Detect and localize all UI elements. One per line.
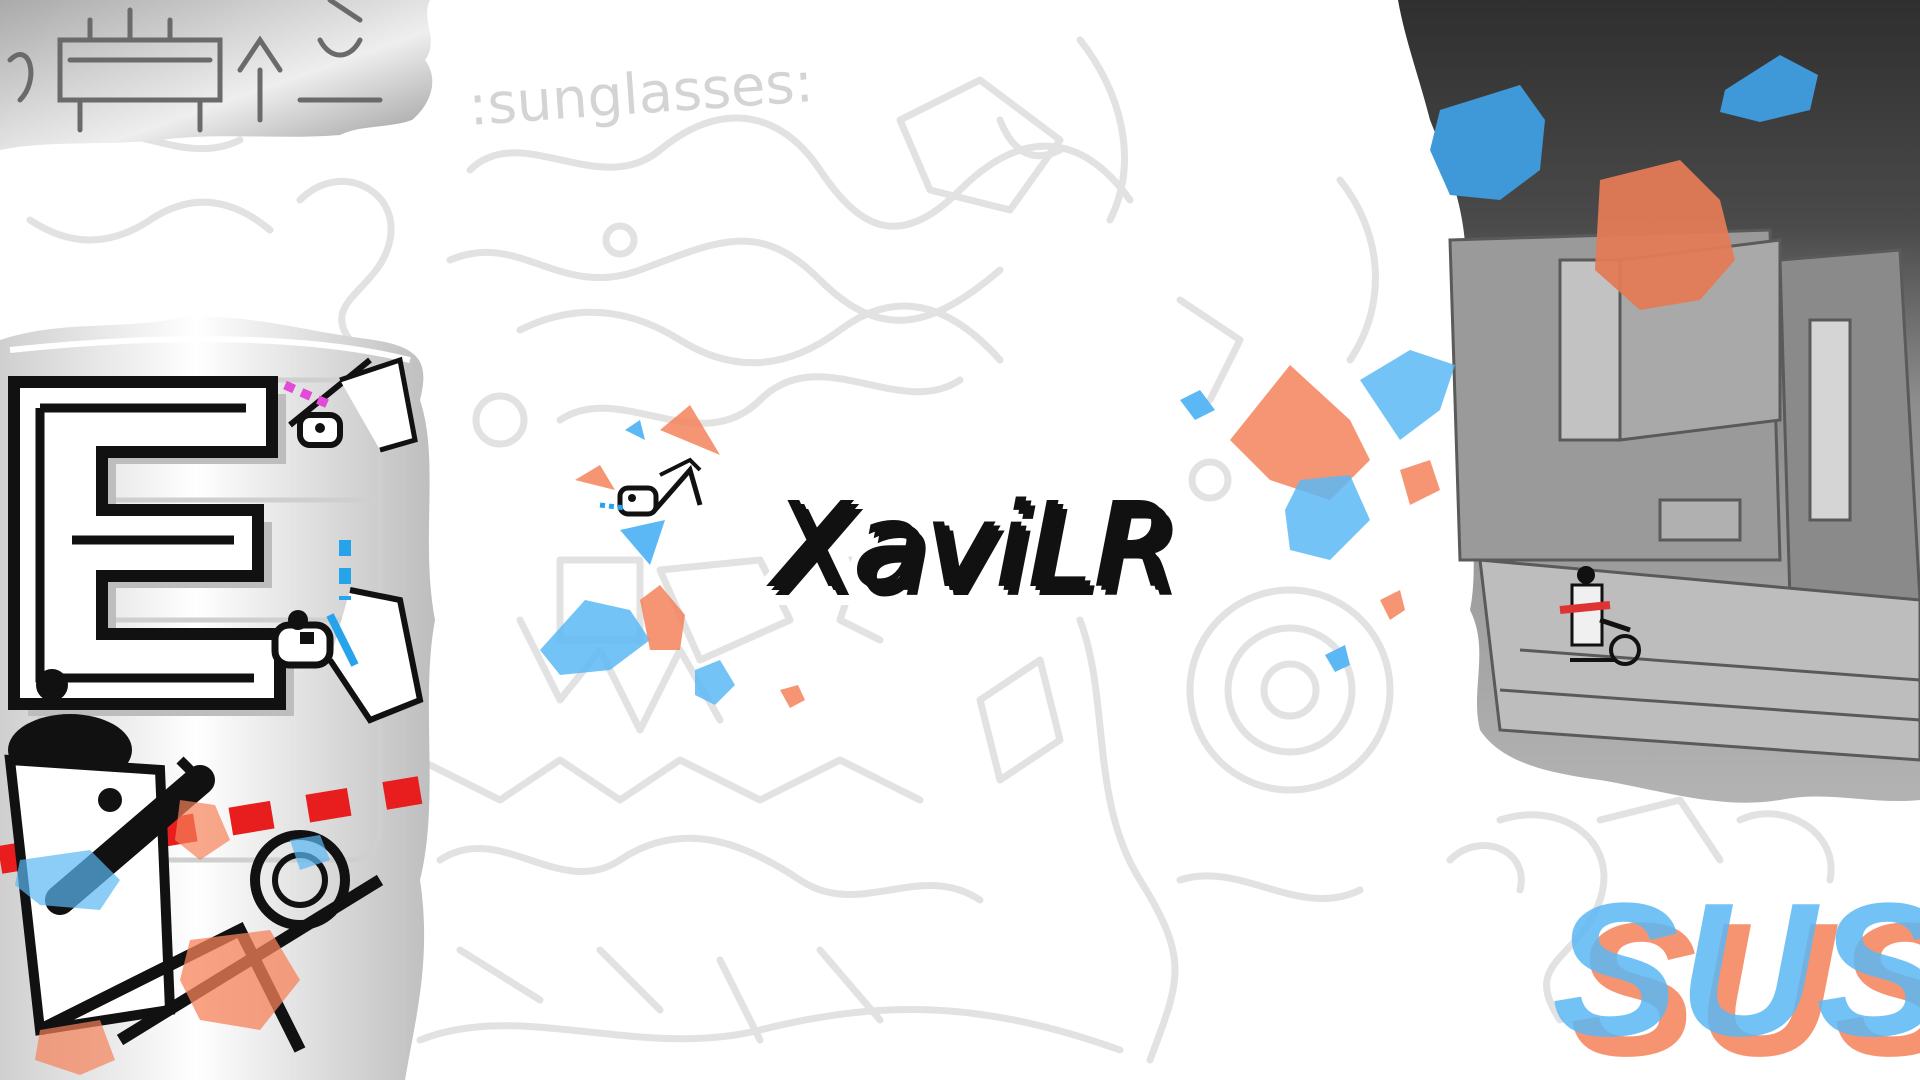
- building-sign-text: hhhh: [1849, 406, 1900, 534]
- game-art-panel: [0, 316, 435, 1080]
- town-sketch-panel: [0, 0, 433, 150]
- game-street-screenshot: hhhh: [1398, 0, 1920, 803]
- channel-banner: hhhh XaviLR XaviLR XaviLR XaviLR:sungla…: [0, 0, 1920, 1080]
- skater-character-small: [599, 457, 703, 517]
- big-letter-e-graphic: [8, 376, 294, 716]
- sus-graffiti: SUS SUS: [1552, 864, 1920, 1080]
- channel-handle: XaviLR: [770, 480, 1180, 618]
- sus-text: SUS: [1552, 864, 1920, 1076]
